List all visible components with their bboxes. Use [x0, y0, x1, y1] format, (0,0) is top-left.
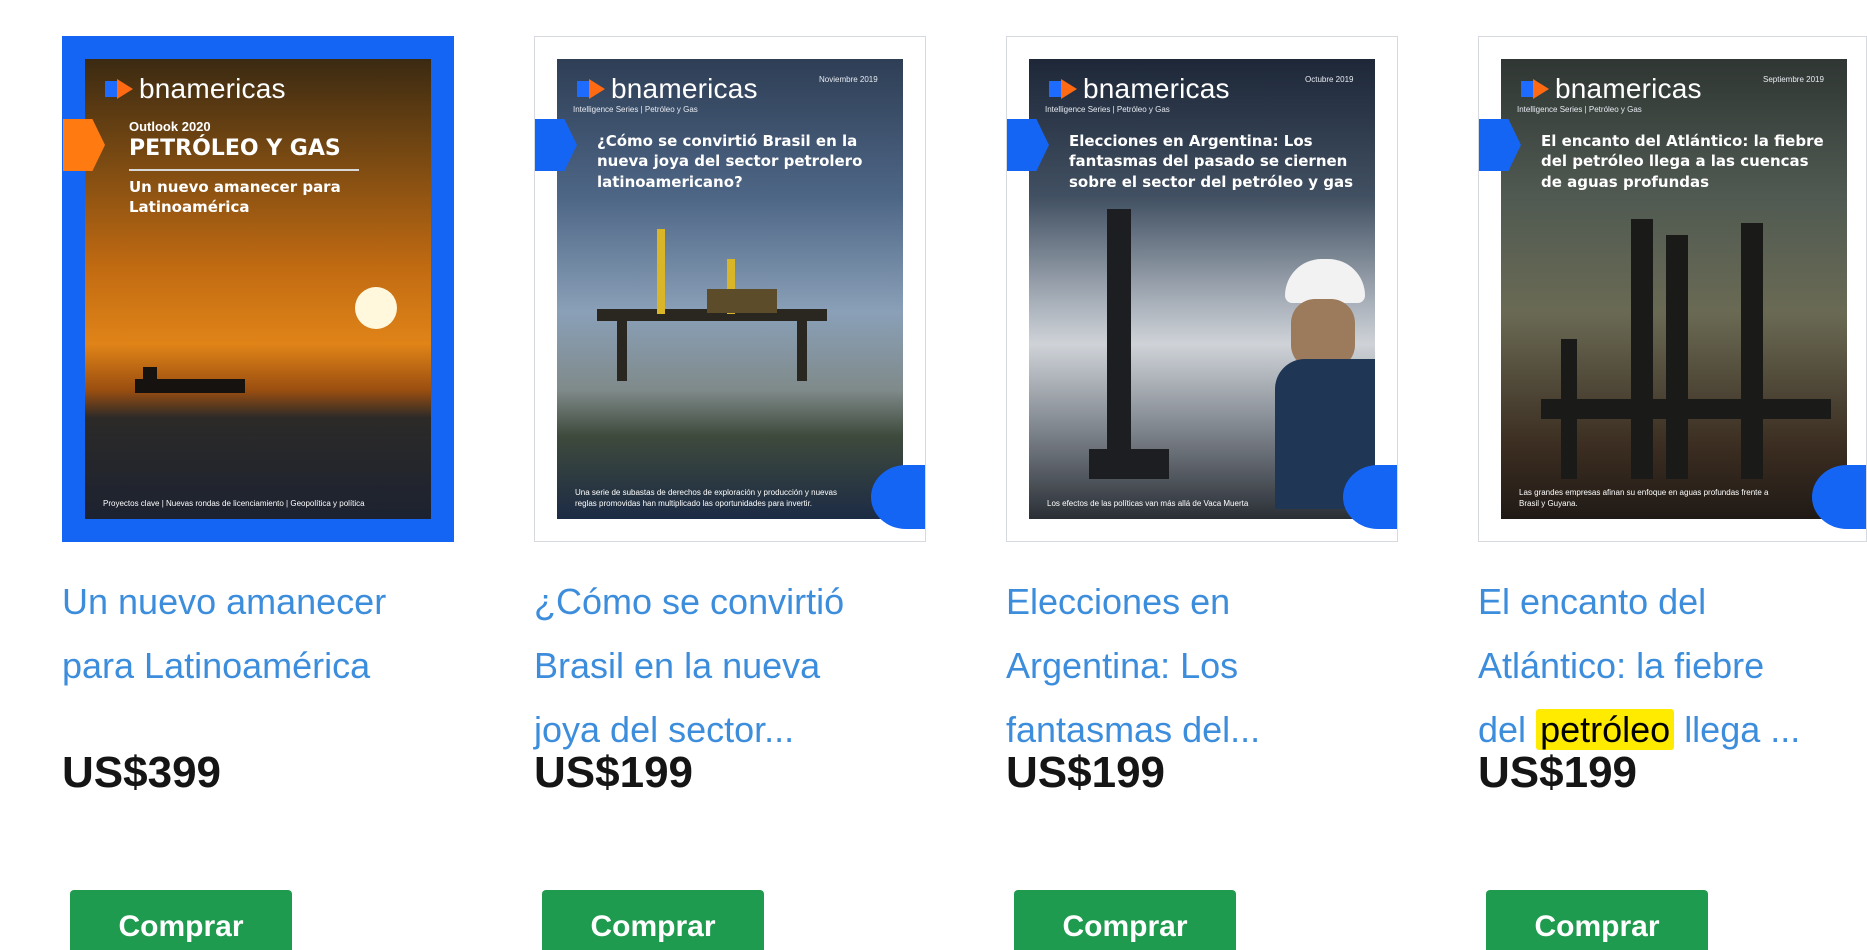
buy-button[interactable]: Comprar	[1014, 890, 1236, 950]
cover-subtitle: Un nuevo amanecer para Latinoamérica	[129, 178, 341, 217]
cover-heading: PETRÓLEO Y GAS	[129, 136, 341, 161]
buy-button[interactable]: Comprar	[542, 890, 764, 950]
brand-logo: bnamericas	[1049, 73, 1230, 105]
platform-silhouette	[557, 59, 903, 519]
product-title-link[interactable]: El encanto del Atlántico: la fiebre del …	[1478, 570, 1867, 762]
cover-series: Intelligence Series | Petróleo y Gas	[1045, 105, 1170, 114]
cover-date: Septiembre 2019	[1763, 75, 1824, 84]
search-highlight: petróleo	[1536, 709, 1675, 750]
product-cover-link[interactable]: bnamericas Octubre 2019 Intelligence Ser…	[1006, 36, 1398, 542]
product-cover-image: bnamericas Octubre 2019 Intelligence Ser…	[1029, 59, 1375, 519]
cover-series: Intelligence Series | Petróleo y Gas	[1517, 105, 1642, 114]
brand-logo: bnamericas	[1521, 73, 1702, 105]
brand-logo: bnamericas	[577, 73, 758, 105]
cover-heading: ¿Cómo se convirtió Brasil en la nueva jo…	[597, 132, 863, 191]
cover-series: Intelligence Series | Petróleo y Gas	[573, 105, 698, 114]
offshore-rigs-silhouette	[1501, 59, 1847, 519]
product-cover-image: bnamericas Outlook 2020 PETRÓLEO Y GAS U…	[85, 59, 431, 519]
cover-footer: Las grandes empresas afinan su enfoque e…	[1519, 488, 1769, 508]
cover-heading: Elecciones en Argentina: Los fantasmas d…	[1069, 132, 1354, 191]
product-card: bnamericas Outlook 2020 PETRÓLEO Y GAS U…	[62, 36, 454, 698]
product-price: US$199	[1478, 748, 1638, 797]
product-price: US$399	[62, 748, 222, 797]
product-cover-link[interactable]: bnamericas Septiembre 2019 Intelligence …	[1478, 36, 1867, 542]
product-card: bnamericas Septiembre 2019 Intelligence …	[1478, 36, 1867, 762]
product-price: US$199	[534, 748, 694, 797]
product-card: bnamericas Noviembre 2019 Intelligence S…	[534, 36, 926, 762]
brand-logo: bnamericas	[105, 73, 286, 105]
product-title-link[interactable]: ¿Cómo se convirtió Brasil en la nueva jo…	[534, 570, 926, 762]
product-cover-link[interactable]: bnamericas Noviembre 2019 Intelligence S…	[534, 36, 926, 542]
buy-button[interactable]: Comprar	[1486, 890, 1708, 950]
cover-date: Octubre 2019	[1305, 75, 1354, 84]
worker-silhouette	[1029, 59, 1375, 519]
cover-divider	[129, 169, 359, 171]
cover-tab-right	[1812, 465, 1866, 529]
cover-footer: Los efectos de las políticas van más all…	[1047, 498, 1249, 508]
cover-tab-right	[1343, 465, 1397, 529]
buy-button[interactable]: Comprar	[70, 890, 292, 950]
product-cover-image: bnamericas Septiembre 2019 Intelligence …	[1501, 59, 1847, 519]
product-title-link[interactable]: Un nuevo amanecer para Latinoamérica	[62, 570, 454, 698]
product-title-link[interactable]: Elecciones en Argentina: Los fantasmas d…	[1006, 570, 1398, 762]
cover-date: Noviembre 2019	[819, 75, 878, 84]
cover-tab-right	[871, 465, 925, 529]
cover-heading: El encanto del Atlántico: la fiebre del …	[1541, 132, 1824, 191]
cover-footer: Proyectos clave | Nuevas rondas de licen…	[103, 498, 365, 508]
product-cover-link[interactable]: bnamericas Outlook 2020 PETRÓLEO Y GAS U…	[62, 36, 454, 542]
cover-footer: Una serie de subastas de derechos de exp…	[575, 488, 837, 508]
product-card: bnamericas Octubre 2019 Intelligence Ser…	[1006, 36, 1398, 762]
product-price: US$199	[1006, 748, 1166, 797]
cover-kicker: Outlook 2020	[129, 119, 211, 134]
product-cover-image: bnamericas Noviembre 2019 Intelligence S…	[557, 59, 903, 519]
